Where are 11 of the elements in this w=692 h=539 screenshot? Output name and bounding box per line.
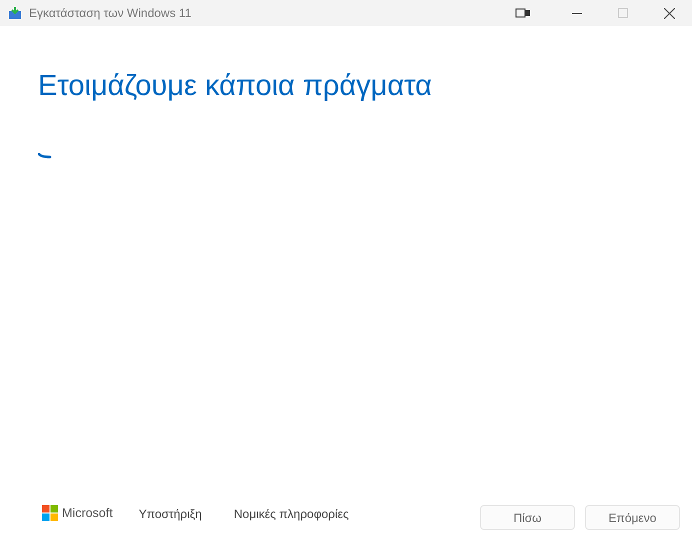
windows-logo-icon [42,505,58,521]
close-icon[interactable] [664,8,674,18]
minimize-icon[interactable] [572,12,582,14]
spinner-icon [38,153,52,159]
installer-icon [8,6,22,20]
footer-link[interactable]: Νομικές πληροφορίες [234,507,349,521]
footer-link[interactable]: Υποστήριξη [138,507,202,521]
window-title: Εγκατάσταση των Windows 11 [29,6,192,20]
brand-name: Microsoft [62,506,113,520]
page-heading: Ετοιμάζουμε κάποια πράγματα [38,70,433,103]
device-icon[interactable] [515,7,531,19]
